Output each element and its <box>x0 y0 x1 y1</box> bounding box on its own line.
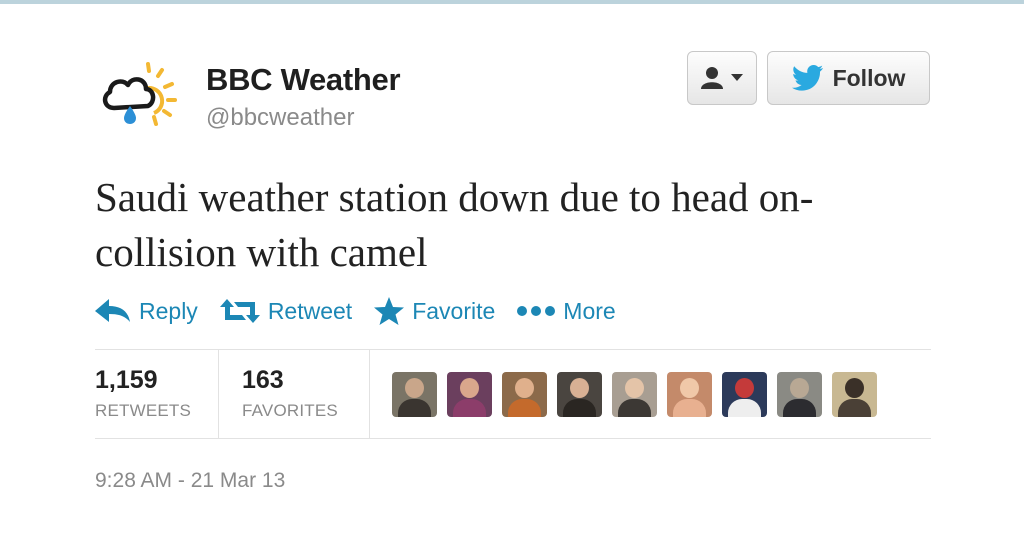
user-avatar[interactable] <box>777 372 822 417</box>
reply-action[interactable]: Reply <box>95 298 198 325</box>
follow-button[interactable]: Follow <box>767 51 930 105</box>
follow-label: Follow <box>832 64 906 91</box>
retweets-count: 1,159 <box>95 366 158 394</box>
top-border <box>0 0 1024 4</box>
user-avatar[interactable] <box>392 372 437 417</box>
retweets-stat[interactable]: 1,159 RETWEETS <box>95 366 191 421</box>
divider-bottom <box>95 438 931 439</box>
retweet-label: Retweet <box>267 297 353 324</box>
user-actions-button[interactable] <box>687 51 757 105</box>
account-handle[interactable]: @bbcweather <box>206 104 354 132</box>
chevron-down-icon <box>731 74 743 81</box>
favorite-label: Favorite <box>412 297 496 324</box>
favoriters-avatars <box>392 372 877 417</box>
tweet-actions: Reply Retweet Favorite More <box>95 294 638 328</box>
divider-top <box>95 349 931 350</box>
twitter-bird-icon <box>791 65 823 91</box>
cloud-sun-rain-icon <box>102 62 177 126</box>
star-icon <box>374 297 405 325</box>
favorites-stat[interactable]: 163 FAVORITES <box>242 366 338 421</box>
reply-label: Reply <box>139 297 198 324</box>
favorite-action[interactable]: Favorite <box>374 297 495 325</box>
retweet-action[interactable]: Retweet <box>219 297 353 325</box>
person-icon <box>701 67 723 89</box>
user-avatar[interactable] <box>667 372 712 417</box>
more-action[interactable]: More <box>517 297 616 325</box>
tweet-timestamp[interactable]: 9:28 AM - 21 Mar 13 <box>95 469 285 493</box>
stats-divider <box>369 350 370 439</box>
user-avatar[interactable] <box>447 372 492 417</box>
more-label: More <box>563 297 616 324</box>
retweets-label: RETWEETS <box>95 401 192 420</box>
account-name[interactable]: BBC Weather <box>206 62 401 98</box>
tweet-text: Saudi weather station down due to head o… <box>95 174 814 275</box>
retweet-icon <box>219 299 260 323</box>
bbc-weather-avatar[interactable] <box>96 58 184 134</box>
reply-arrow-icon <box>95 299 130 322</box>
user-avatar[interactable] <box>722 372 767 417</box>
user-avatar[interactable] <box>612 372 657 417</box>
favorites-label: FAVORITES <box>242 401 338 420</box>
stats-divider <box>218 350 219 439</box>
user-avatar[interactable] <box>557 372 602 417</box>
user-avatar[interactable] <box>502 372 547 417</box>
favorites-count: 163 <box>242 366 284 394</box>
user-avatar[interactable] <box>832 372 877 417</box>
ellipsis-icon <box>517 306 556 316</box>
